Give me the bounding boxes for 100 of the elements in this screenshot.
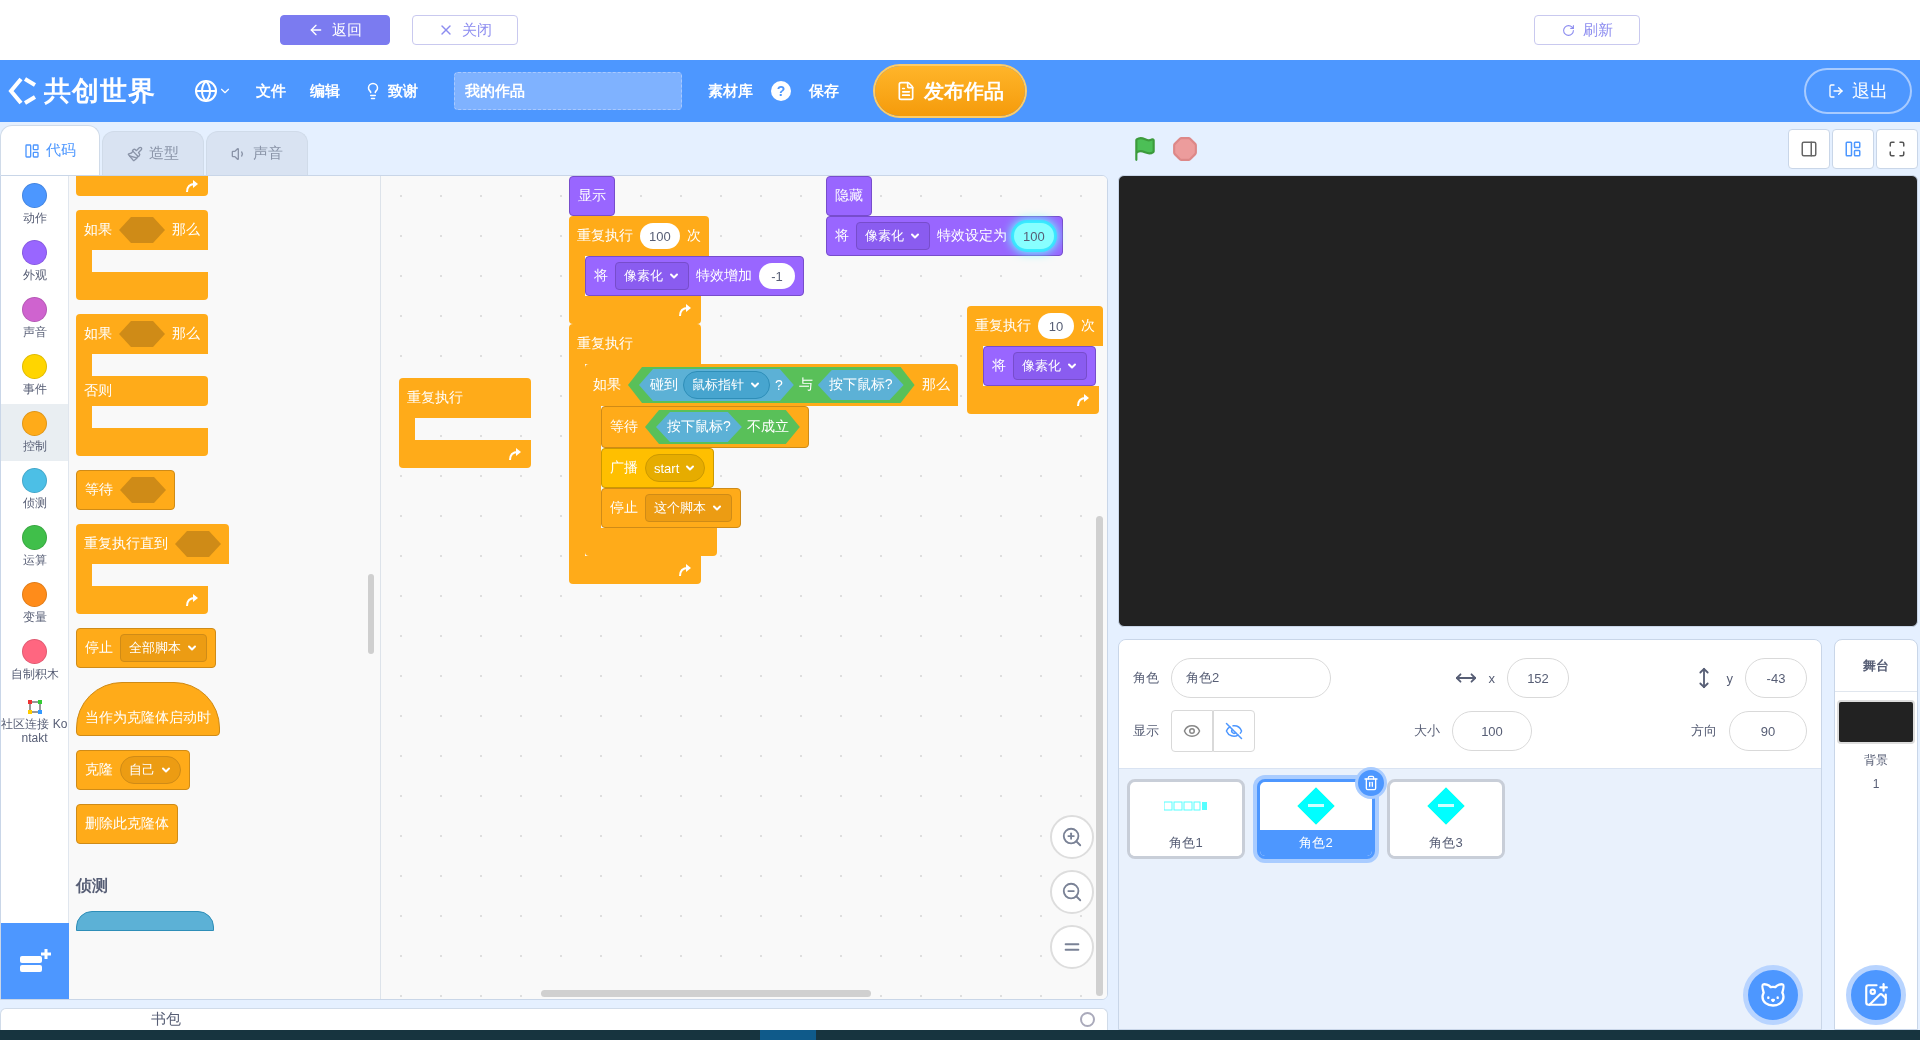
- dropdown-menu[interactable]: 像素化: [615, 262, 689, 290]
- code-block[interactable]: 将 像素化 特效设定为 100: [826, 216, 1063, 256]
- code-block[interactable]: 隐藏: [826, 176, 872, 216]
- save-menu[interactable]: 保存: [797, 81, 851, 101]
- backpack-title[interactable]: 书包: [151, 1010, 181, 1029]
- c-block-header[interactable]: 重复执行: [569, 324, 701, 364]
- sprite-thumbnail: [1296, 786, 1336, 826]
- category-item[interactable]: 侦测: [1, 461, 68, 518]
- code-block[interactable]: 将 像素化: [983, 346, 1096, 386]
- code-block[interactable]: 克隆 自己: [76, 750, 190, 790]
- back-button[interactable]: 返回: [280, 15, 390, 45]
- zoom-out-icon: [1061, 881, 1083, 903]
- c-block-header[interactable]: 如果 碰到 鼠标指针 ? 与 按下鼠标? 那么: [585, 364, 958, 406]
- number-input[interactable]: -1: [759, 263, 795, 289]
- block-label: 克隆: [85, 761, 113, 779]
- small-stage-button[interactable]: [1788, 128, 1830, 169]
- help-icon[interactable]: ?: [771, 81, 791, 101]
- dropdown-menu[interactable]: 像素化: [1013, 352, 1087, 380]
- boolean-block[interactable]: 按下鼠标?: [817, 370, 904, 400]
- boolean-block[interactable]: 碰到 鼠标指针 ? 与 按下鼠标?: [628, 367, 915, 403]
- menu-item[interactable]: 文件: [244, 81, 298, 101]
- palette-scrollbar[interactable]: [368, 574, 374, 654]
- boolean-block[interactable]: 按下鼠标? 不成立: [645, 410, 800, 444]
- c-block-header[interactable]: 如果 那么: [76, 314, 208, 354]
- editor-tab[interactable]: 代码: [0, 125, 100, 175]
- block-label: 停止: [85, 639, 113, 657]
- publish-button[interactable]: 发布作品: [875, 66, 1025, 116]
- stop-icon[interactable]: [1172, 135, 1198, 162]
- sprite-name-field[interactable]: 角色2: [1171, 658, 1331, 698]
- code-block[interactable]: 等待 按下鼠标? 不成立: [601, 406, 809, 448]
- editor-tab[interactable]: 造型: [102, 131, 204, 175]
- zoom-out-button[interactable]: [1050, 870, 1094, 914]
- add-backdrop-button[interactable]: [1846, 965, 1906, 1025]
- category-item[interactable]: 事件: [1, 347, 68, 404]
- code-block[interactable]: 删除此克隆体: [76, 804, 178, 844]
- code-block[interactable]: 显示: [569, 176, 615, 216]
- refresh-button[interactable]: 刷新: [1534, 15, 1640, 45]
- code-block[interactable]: 停止 全部脚本: [76, 628, 216, 668]
- boolean-block[interactable]: 按下鼠标?: [656, 412, 742, 442]
- code-block[interactable]: 等待: [76, 470, 175, 510]
- dropdown-menu[interactable]: 这个脚本: [645, 494, 732, 522]
- category-item[interactable]: 动作: [1, 176, 68, 233]
- close-button[interactable]: 关闭: [412, 15, 518, 45]
- size-field[interactable]: 100: [1452, 711, 1532, 751]
- x-field[interactable]: 152: [1507, 658, 1569, 698]
- flag-icon[interactable]: [1132, 135, 1158, 162]
- c-block-header[interactable]: 重复执行 10 次: [967, 306, 1103, 346]
- y-field[interactable]: -43: [1745, 658, 1807, 698]
- vertical-scrollbar[interactable]: [1096, 516, 1103, 996]
- show-button[interactable]: [1171, 710, 1213, 752]
- code-block[interactable]: 广播 start: [601, 448, 715, 488]
- horizontal-scrollbar[interactable]: [541, 990, 871, 997]
- sprite-tile[interactable]: 角色3: [1387, 779, 1505, 859]
- thanks-menu[interactable]: 致谢: [352, 81, 430, 101]
- dropdown-menu[interactable]: start: [645, 454, 706, 482]
- logo-icon: [8, 76, 38, 106]
- project-title-field[interactable]: 我的作品: [454, 72, 682, 110]
- c-block-header[interactable]: 如果 那么: [76, 210, 208, 250]
- category-label: 控制: [22, 437, 47, 455]
- menu-item[interactable]: 编辑: [298, 81, 352, 101]
- c-block-header[interactable]: 重复执行直到: [76, 524, 229, 564]
- code-block[interactable]: 停止 这个脚本: [601, 488, 741, 528]
- reset-zoom-button[interactable]: [1050, 925, 1094, 969]
- library-menu[interactable]: 素材库: [696, 81, 765, 101]
- dropdown-menu[interactable]: 像素化: [856, 222, 930, 250]
- delete-button[interactable]: [1355, 767, 1387, 799]
- add-sprite-button[interactable]: [1743, 965, 1803, 1025]
- hat-block[interactable]: 当作为克隆体启动时: [76, 682, 220, 736]
- logout-button[interactable]: 退出: [1804, 68, 1912, 114]
- dropdown-menu[interactable]: 自己: [120, 756, 181, 784]
- normal-stage-button[interactable]: [1832, 128, 1874, 169]
- sprite-thumbnail: [1164, 801, 1208, 811]
- category-item[interactable]: 变量: [1, 575, 68, 632]
- block-label: 否则: [84, 382, 112, 400]
- category-item[interactable]: 自制积木: [1, 632, 68, 689]
- number-input[interactable]: 100: [640, 223, 680, 249]
- boolean-block[interactable]: 碰到 鼠标指针 ?: [639, 369, 794, 401]
- document-icon: [896, 81, 916, 101]
- zoom-in-button[interactable]: [1050, 815, 1094, 859]
- direction-field[interactable]: 90: [1729, 711, 1807, 751]
- fullscreen-icon: [1888, 139, 1906, 158]
- dropdown-menu[interactable]: 鼠标指针: [683, 371, 770, 399]
- c-block-header[interactable]: 重复执行 100 次: [569, 216, 709, 256]
- sprite-tile[interactable]: 角色1: [1127, 779, 1245, 859]
- fullscreen-button[interactable]: [1876, 128, 1918, 169]
- backdrop-thumbnail[interactable]: [1837, 700, 1915, 744]
- c-block-header[interactable]: 重复执行: [399, 378, 531, 418]
- number-input[interactable]: 100: [1014, 223, 1054, 249]
- dropdown-menu[interactable]: 全部脚本: [120, 634, 207, 662]
- category-item[interactable]: 声音: [1, 290, 68, 347]
- editor-tab[interactable]: 声音: [206, 131, 308, 175]
- number-input[interactable]: 10: [1038, 313, 1074, 339]
- category-item[interactable]: 运算: [1, 518, 68, 575]
- code-block[interactable]: [76, 911, 214, 931]
- code-block[interactable]: 将 像素化 特效增加 -1: [585, 256, 804, 296]
- category-item[interactable]: 控制: [1, 404, 68, 461]
- hide-button[interactable]: [1213, 710, 1255, 752]
- category-item[interactable]: 外观: [1, 233, 68, 290]
- normal-stage-icon: [1844, 139, 1862, 158]
- add-extension-button[interactable]: [1, 923, 69, 999]
